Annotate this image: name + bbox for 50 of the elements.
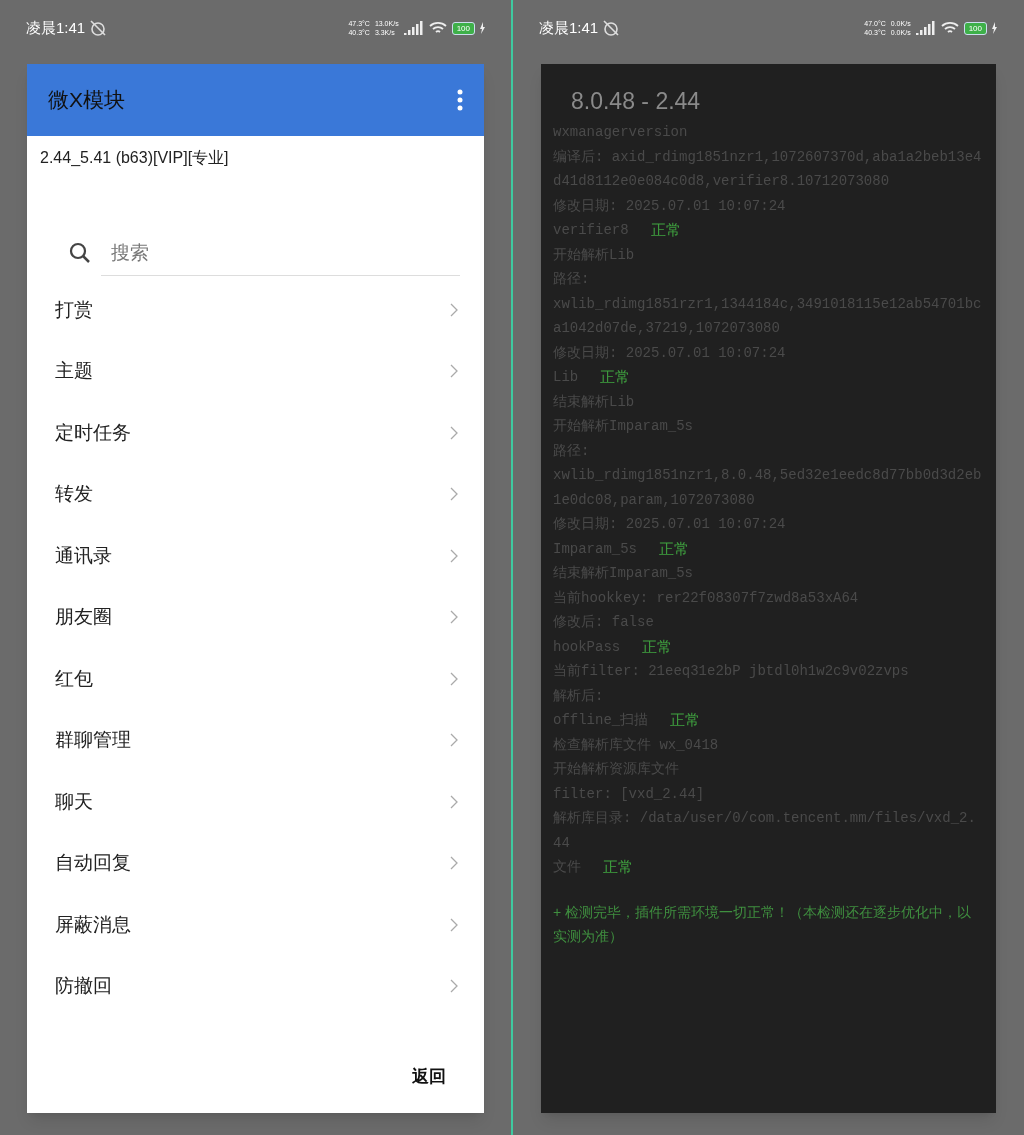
status-text: 正常 [659,538,689,559]
menu-item[interactable]: 自动回复 [27,832,484,894]
status-text: 正常 [642,636,673,657]
menu-item[interactable]: 定时任务 [27,402,484,464]
alarm-off-icon [602,19,621,37]
back-button[interactable]: 返回 [412,1063,446,1089]
chevron-icon [450,487,458,502]
alarm-off-icon [89,19,108,37]
chevron-icon [450,364,458,379]
menu-item[interactable]: 防撤回 [27,955,484,1017]
menu-item[interactable]: 打赏 [27,279,484,341]
menu-item[interactable]: 转发 [27,463,484,525]
battery-indicator: 100 [963,21,987,35]
wifi-icon [940,21,959,35]
chevron-icon [450,610,458,625]
summary-text: + 检测完毕，插件所需环境一切正常！（本检测还在逐步优化中，以实测为准） [553,902,973,946]
menu-item[interactable]: 红包 [27,648,484,710]
more-icon[interactable] [457,89,463,111]
signal-icon [915,21,936,35]
menu-item[interactable]: 聊天 [27,771,484,833]
menu-item[interactable]: 通讯录 [27,525,484,587]
menu-item[interactable]: 群聊管理 [27,709,484,771]
status-text: 正常 [650,220,681,240]
chevron-icon [450,425,458,440]
status-text: 正常 [600,367,631,387]
chevron-icon [450,979,458,994]
status-text: 正常 [670,710,701,730]
search-field[interactable]: 搜索 [101,230,460,276]
version-text: 2.44_5.41 (b63)[VIP][专业] [39,148,230,168]
clock: 凌晨1:41 [26,17,86,38]
search-icon [69,242,91,264]
chevron-icon [450,794,458,809]
chevron-icon [450,733,458,748]
wifi-icon [428,21,447,35]
chevron-icon [450,856,458,871]
menu-item[interactable]: 朋友圈 [27,586,484,648]
battery-indicator: 100 [451,21,475,35]
signal-icon [403,21,424,35]
chevron-icon [450,671,458,686]
charging-icon [992,22,997,34]
clock: 凌晨1:41 [539,17,599,38]
chevron-icon [450,548,458,563]
menu-item[interactable]: 屏蔽消息 [27,894,484,956]
menu-item[interactable]: 主题 [27,340,484,402]
dialog-title: 8.0.48 - 2.44 [570,87,702,116]
chevron-icon [450,302,458,317]
status-text: 正常 [603,857,633,877]
dialog-title: 微X模块 [48,87,125,114]
charging-icon [480,22,485,34]
chevron-icon [450,917,458,932]
